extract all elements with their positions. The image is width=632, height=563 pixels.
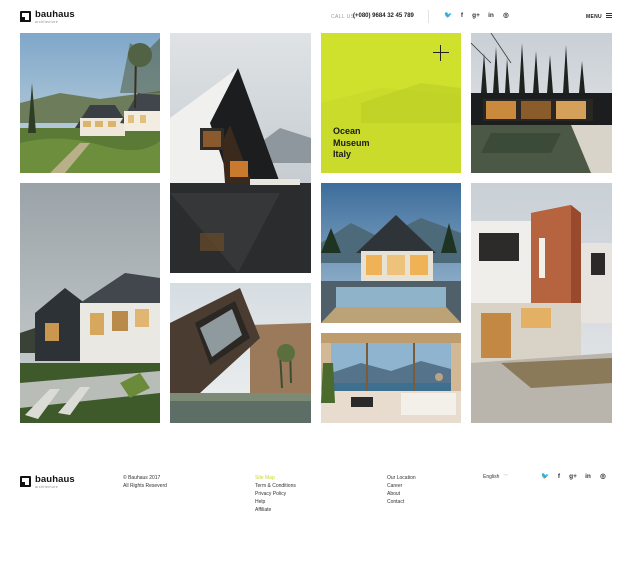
gallery-tile-grey-house[interactable] — [20, 183, 160, 423]
gallery-tile-triangle-house[interactable] — [170, 33, 311, 273]
footer-link-privacy[interactable]: Privacy Policy — [255, 490, 296, 498]
triangle-house-image — [170, 33, 311, 273]
logo-mark-icon — [20, 11, 31, 22]
header-divider — [428, 10, 429, 23]
grey-house-image — [20, 183, 160, 423]
footer-link-about[interactable]: About — [387, 490, 416, 498]
living-room-image — [321, 333, 461, 423]
plus-icon[interactable] — [433, 45, 449, 61]
gallery-tile-living-room[interactable] — [321, 333, 461, 423]
hamburger-icon[interactable] — [606, 13, 612, 18]
footer-link-terms[interactable]: Term & Conditions — [255, 482, 296, 490]
gallery-tile-wood-house[interactable] — [471, 183, 612, 423]
header-logo[interactable]: bauhaus architecture — [20, 10, 75, 24]
copyright-text: © Bauhaus 2017 — [123, 475, 161, 481]
cantilever-house-image — [170, 283, 311, 423]
language-label: English — [483, 474, 500, 480]
rights-text: All Rights Reseverd — [123, 483, 167, 489]
wood-house-image — [471, 183, 612, 423]
lake-house-image — [20, 33, 160, 173]
phone-number[interactable]: (+080) 9684 32 45 789 — [353, 13, 414, 19]
gallery-tile-cypress-house[interactable] — [471, 33, 612, 173]
footer-links-column-b: Our Location Career About Contact — [387, 474, 416, 506]
footer-link-affiliate[interactable]: Affiliate — [255, 506, 296, 514]
language-selector[interactable]: English ﹀ — [483, 473, 508, 480]
gallery-tile-alpine-house[interactable] — [321, 183, 461, 323]
cypress-house-image — [471, 33, 612, 173]
footer-logo-tagline: architecture — [35, 484, 59, 489]
footer-linkedin-icon[interactable]: in — [584, 473, 592, 481]
header-google-plus-icon[interactable]: g+ — [472, 12, 480, 20]
footer-link-site-map[interactable]: Site Map — [255, 474, 296, 482]
footer-dribbble-icon[interactable]: ◎ — [599, 473, 607, 481]
footer-link-help[interactable]: Help — [255, 498, 296, 506]
header-dribbble-icon[interactable]: ◎ — [502, 12, 510, 20]
header-linkedin-icon[interactable]: in — [487, 12, 495, 20]
logo-tagline: architecture — [35, 19, 59, 24]
menu-label[interactable]: MENU — [586, 14, 602, 20]
gallery-tile-cantilever-house[interactable] — [170, 283, 311, 423]
gallery-tile-lake-house[interactable] — [20, 33, 160, 173]
footer-google-plus-icon[interactable]: g+ — [569, 473, 577, 481]
footer-logo-name: bauhaus — [35, 474, 75, 485]
featured-project-tile[interactable]: Ocean Museum Italy — [321, 33, 461, 173]
alpine-house-image — [321, 183, 461, 323]
footer-link-location[interactable]: Our Location — [387, 474, 416, 482]
footer-twitter-icon[interactable]: 🐦 — [541, 473, 549, 481]
featured-project-title: Ocean Museum Italy — [333, 126, 370, 160]
footer-link-career[interactable]: Career — [387, 482, 416, 490]
footer-logo[interactable]: bauhaus architecture — [20, 475, 75, 489]
logo-name: bauhaus — [35, 9, 75, 20]
footer-link-contact[interactable]: Contact — [387, 498, 416, 506]
header-facebook-icon[interactable]: f — [458, 12, 466, 20]
site-header: bauhaus architecture CALL US: (+080) 968… — [0, 0, 632, 33]
footer-copyright-block: © Bauhaus 2017 All Rights Reseverd — [123, 474, 167, 490]
header-twitter-icon[interactable]: 🐦 — [444, 12, 452, 20]
footer-facebook-icon[interactable]: f — [555, 473, 563, 481]
footer-links-column-a: Site Map Term & Conditions Privacy Polic… — [255, 474, 296, 514]
chevron-down-icon: ﹀ — [503, 474, 509, 480]
footer-logo-mark-icon — [20, 476, 31, 487]
